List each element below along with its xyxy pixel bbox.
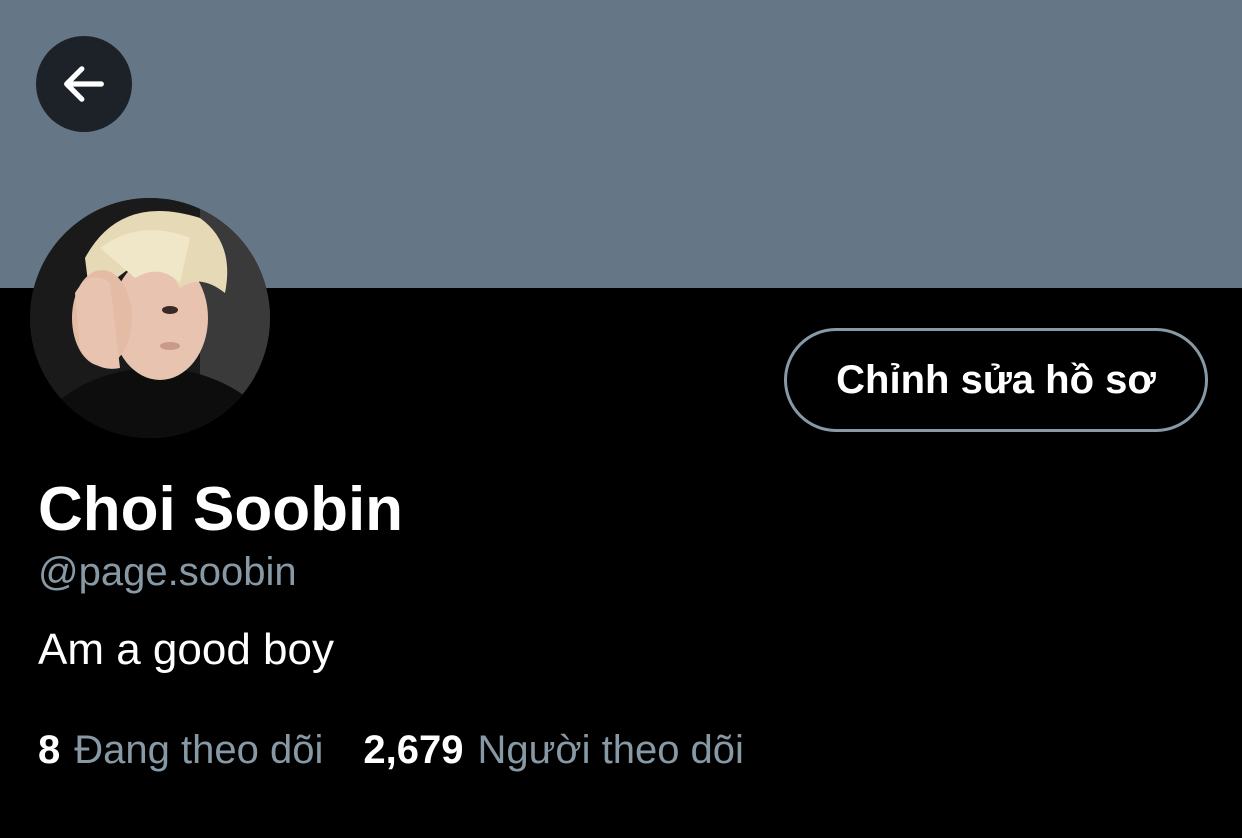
followers-link[interactable]: 2,679 Người theo dõi (363, 726, 744, 774)
following-count: 8 (38, 728, 61, 772)
followers-count: 2,679 (363, 728, 464, 772)
following-label: Đang theo dõi (74, 728, 324, 772)
edit-profile-button[interactable]: Chỉnh sửa hồ sơ (784, 328, 1208, 432)
back-button[interactable] (36, 36, 132, 132)
arrow-left-icon (64, 66, 104, 102)
bio: Am a good boy (38, 625, 334, 674)
profile-photo (30, 198, 270, 438)
followers-label: Người theo dõi (477, 728, 744, 772)
following-link[interactable]: 8 Đang theo dõi (38, 726, 323, 774)
avatar[interactable] (30, 198, 270, 438)
follow-stats: 8 Đang theo dõi 2,679 Người theo dõi (38, 726, 744, 774)
user-handle: @page.soobin (38, 550, 297, 594)
display-name: Choi Soobin (38, 475, 404, 544)
